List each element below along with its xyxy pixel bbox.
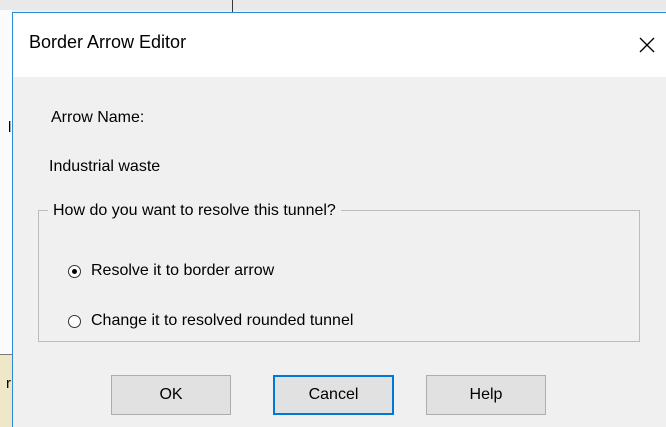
close-button[interactable]: [628, 25, 666, 65]
arrow-name-value: Industrial waste: [49, 158, 161, 175]
ok-button[interactable]: OK: [111, 375, 231, 415]
radio-label: Change it to resolved rounded tunnel: [91, 312, 354, 329]
dialog-title: Border Arrow Editor: [29, 32, 187, 52]
radio-button-checked[interactable]: [68, 264, 81, 278]
dialog-titlebar[interactable]: Border Arrow Editor: [13, 13, 666, 77]
arrow-name-label: Arrow Name:: [51, 109, 145, 126]
radio-change-rounded-tunnel[interactable]: Change it to resolved rounded tunnel: [68, 313, 353, 329]
close-icon: [638, 36, 656, 54]
background-toolbar-strip: [0, 0, 666, 10]
border-arrow-editor-dialog: Border Arrow Editor Arrow Name: Industri…: [12, 12, 666, 427]
radio-button[interactable]: [68, 314, 81, 328]
cancel-button[interactable]: Cancel: [273, 375, 394, 415]
radio-label: Resolve it to border arrow: [91, 262, 275, 279]
background-text: r: [6, 375, 11, 392]
resolve-options-group: How do you want to resolve this tunnel? …: [38, 201, 640, 342]
radio-resolve-border-arrow[interactable]: Resolve it to border arrow: [68, 263, 274, 279]
help-button[interactable]: Help: [426, 375, 546, 415]
group-legend: How do you want to resolve this tunnel?: [48, 201, 341, 221]
